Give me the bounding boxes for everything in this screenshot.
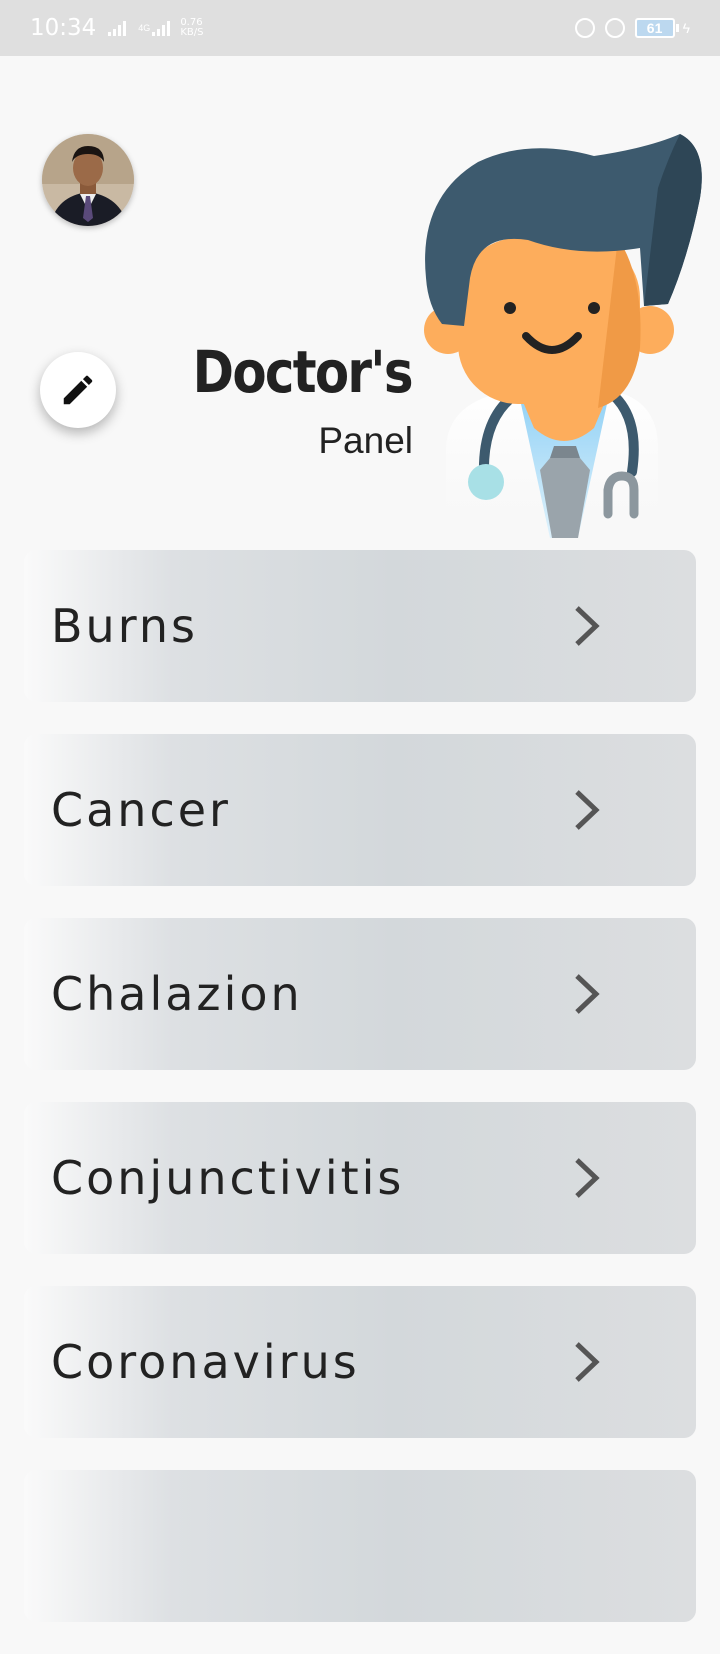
list-item-label: Conjunctivitis [51, 1151, 405, 1205]
doctor-illustration [424, 134, 702, 538]
list-item-label: Burns [51, 599, 198, 653]
list-item[interactable]: Burns [24, 550, 696, 702]
status-time: 10:34 [30, 15, 97, 41]
chevron-right-icon [575, 790, 600, 830]
list-item-partial[interactable] [24, 1470, 696, 1622]
alarm-icon [604, 18, 625, 38]
list-item-label: Cancer [51, 783, 231, 837]
list-item[interactable]: Cancer [24, 734, 696, 886]
page-title: Doctor's [192, 338, 414, 406]
chevron-right-icon [575, 1158, 600, 1198]
chevron-right-icon [575, 1342, 600, 1382]
battery-level: 61 [634, 18, 675, 38]
list-item[interactable]: Chalazion [24, 918, 696, 1070]
chevron-right-icon [575, 974, 600, 1014]
status-bar: 10:34 4G 0.76 KB/S 61 ϟ [0, 0, 720, 56]
chevron-right-icon [575, 606, 600, 646]
page-subtitle: Panel [318, 420, 413, 461]
charging-icon: ϟ [682, 20, 690, 36]
signal-icon [108, 20, 127, 36]
pencil-icon [63, 375, 93, 405]
list-item-label: Chalazion [51, 967, 303, 1021]
data-speed: 0.76 KB/S [180, 17, 204, 38]
edit-button[interactable] [40, 352, 116, 428]
lock-rotation-icon [574, 18, 595, 38]
network-type: 4G [138, 23, 151, 33]
signal-icon-2 [152, 20, 171, 36]
list-item[interactable]: Conjunctivitis [24, 1102, 696, 1254]
list-item-label: Coronavirus [51, 1335, 360, 1389]
battery-icon: 61 ϟ [634, 18, 690, 38]
list-item[interactable]: Coronavirus [24, 1286, 696, 1438]
disease-list: Burns Cancer Chalazion Conjunctivitis Co… [24, 550, 696, 1654]
avatar[interactable] [42, 134, 134, 226]
